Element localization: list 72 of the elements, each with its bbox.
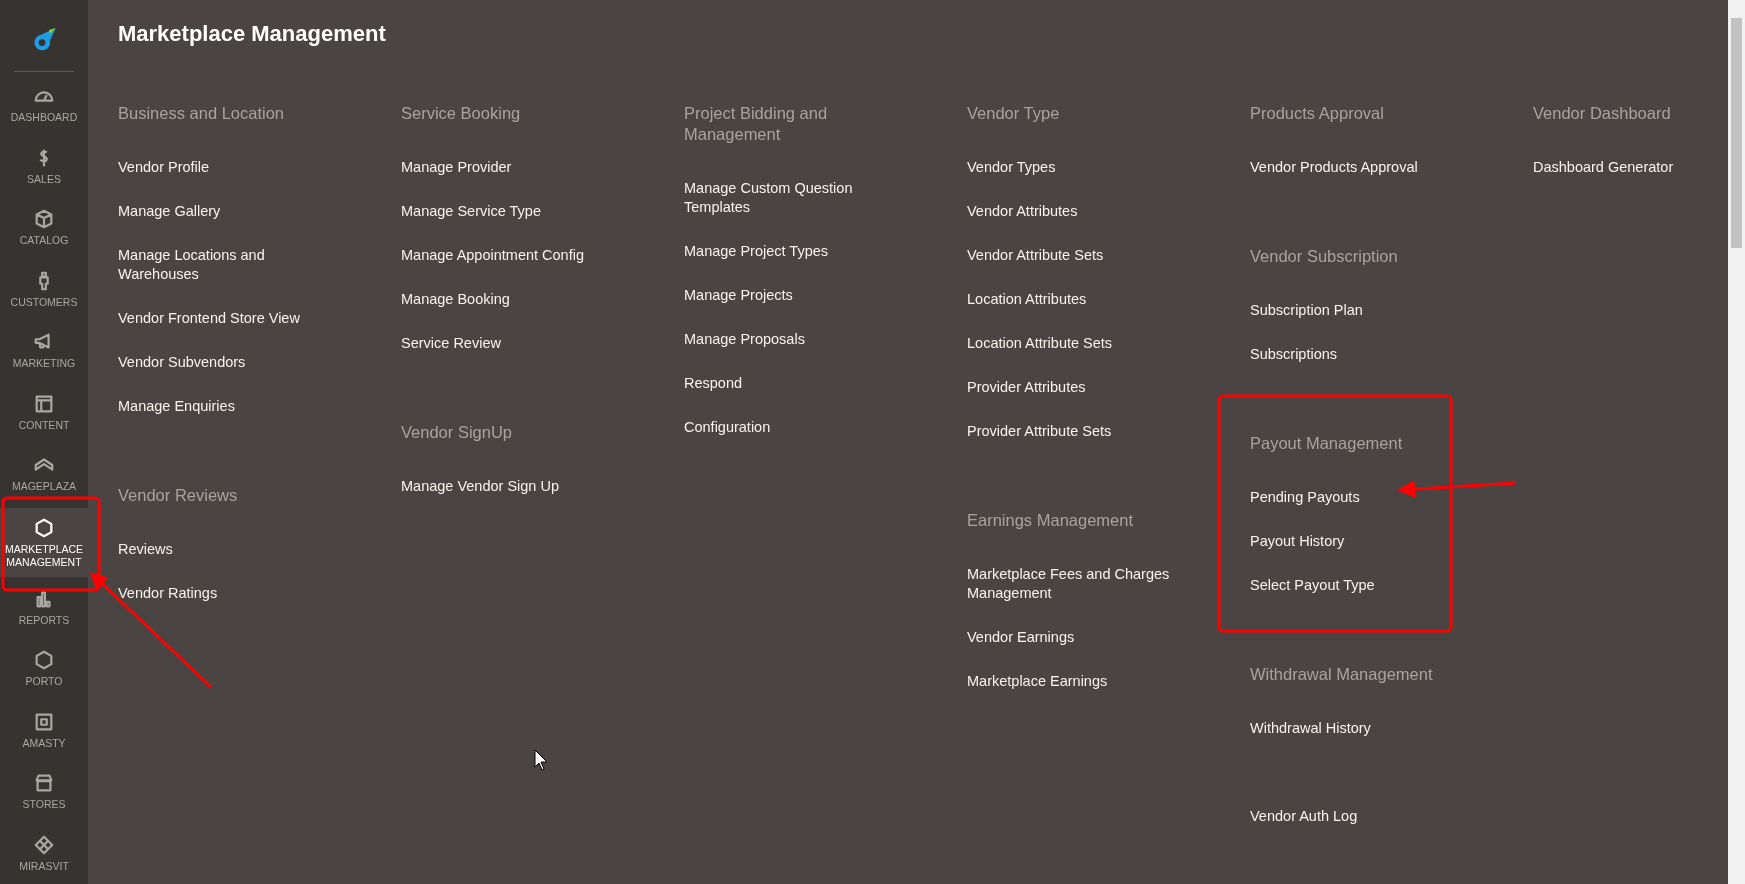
menu-link[interactable]: Pending Payouts	[1250, 488, 1360, 507]
menu-link[interactable]: Configuration	[684, 418, 771, 437]
menu-link[interactable]: Vendor Products Approval	[1250, 158, 1418, 177]
menu-link[interactable]: Payout History	[1250, 532, 1345, 551]
sidebar-menu-item[interactable]: SALES	[0, 135, 88, 198]
scrollbar-thumb[interactable]	[1731, 18, 1742, 248]
menu-link[interactable]: Manage Provider	[401, 158, 512, 177]
menu-link[interactable]: Marketplace Fees and Charges Management	[967, 565, 1182, 603]
menu-link[interactable]: Reviews	[118, 540, 173, 559]
menu-link[interactable]: Service Review	[401, 334, 501, 353]
menu-link[interactable]: Manage Custom Question Templates	[684, 179, 899, 217]
sidebar-menu-item[interactable]: CONTENT	[0, 381, 88, 443]
menu-link[interactable]: Manage Locations and Warehouses	[118, 246, 333, 284]
menu-link[interactable]: Manage Gallery	[118, 202, 221, 221]
menu-link[interactable]: Manage Project Types	[684, 242, 828, 261]
menu-link[interactable]: Vendor Profile	[118, 158, 210, 177]
sidebar-menu-item[interactable]: REPORTS	[0, 576, 88, 639]
menu-link[interactable]: Location Attributes	[967, 290, 1087, 309]
section-heading: Service Booking	[401, 103, 521, 124]
section-heading: Withdrawal Management	[1250, 664, 1433, 685]
menu-link[interactable]: Manage Vendor Sign Up	[401, 477, 559, 496]
section-heading: Earnings Management	[967, 510, 1133, 531]
menu-link[interactable]: Manage Service Type	[401, 202, 541, 221]
section-heading: Vendor Reviews	[118, 485, 238, 506]
menu-link[interactable]: Dashboard Generator	[1533, 158, 1674, 177]
section-heading: Vendor Subscription	[1250, 246, 1398, 267]
sidebar-menu-item[interactable]: STORES	[0, 761, 88, 823]
cursor-icon	[534, 749, 548, 771]
section-heading: Products Approval	[1250, 103, 1384, 124]
sidebar-menu-item[interactable]: DASHBOARD	[0, 74, 88, 136]
sidebar-menu-item[interactable]: MARKETPLACE MANAGEMENT	[0, 508, 88, 577]
menu-link[interactable]: Manage Proposals	[684, 330, 805, 349]
scrollbar[interactable]	[1728, 0, 1745, 884]
section-heading: Business and Location	[118, 103, 285, 124]
diamond-icon	[33, 833, 55, 856]
section-heading: Vendor SignUp	[401, 422, 512, 443]
menu-link[interactable]: Vendor Types	[967, 158, 1056, 177]
sidebar-menu-item[interactable]: PORTO	[0, 638, 88, 700]
menu-link[interactable]: Manage Enquiries	[118, 397, 235, 416]
sidebar-menu-item[interactable]: MIRASVIT	[0, 822, 88, 884]
menu-link[interactable]: Vendor Subvendors	[118, 353, 246, 372]
sidebar-menu-item[interactable]: AMASTY	[0, 699, 88, 762]
menu-link[interactable]: Respond	[684, 374, 743, 393]
menu-link[interactable]: Vendor Attribute Sets	[967, 246, 1104, 265]
menu-link[interactable]: Select Payout Type	[1250, 576, 1375, 595]
menu-link[interactable]: Vendor Earnings	[967, 628, 1075, 647]
menu-link[interactable]: Vendor Auth Log	[1250, 807, 1358, 826]
box-icon	[33, 208, 55, 231]
sidebar-menu-item[interactable]: CUSTOMERS	[0, 258, 88, 321]
menu-link[interactable]: Manage Booking	[401, 290, 510, 309]
menu-link[interactable]: Vendor Ratings	[118, 584, 218, 603]
menu-link[interactable]: Manage Projects	[684, 286, 793, 305]
section-heading: Vendor Type	[967, 103, 1060, 124]
section-heading: Project Bidding and Management	[684, 103, 829, 145]
menu-link[interactable]: Subscription Plan	[1250, 301, 1363, 320]
menu-link[interactable]: Vendor Attributes	[967, 202, 1078, 221]
menu-link[interactable]: Location Attribute Sets	[967, 334, 1113, 353]
hexagon-icon	[33, 516, 55, 539]
page-title: Marketplace Management	[118, 20, 387, 48]
section-heading: Payout Management	[1250, 433, 1403, 454]
menu-link[interactable]: Manage Appointment Config	[401, 246, 584, 265]
sidebar-menu-item[interactable]: MAGEPLAZA	[0, 442, 88, 505]
menu-link[interactable]: Vendor Frontend Store View	[118, 309, 300, 328]
hexagon-icon	[33, 649, 55, 672]
sidebar-menu-item[interactable]: MARKETING	[0, 320, 88, 382]
sidebar-menu-item[interactable]: CATALOG	[0, 197, 88, 259]
menu-link[interactable]: Withdrawal History	[1250, 719, 1371, 738]
section-heading: Vendor Dashboard	[1533, 103, 1671, 124]
menu-link[interactable]: Provider Attributes	[967, 378, 1086, 397]
menu-link[interactable]: Provider Attribute Sets	[967, 422, 1112, 441]
menu-link[interactable]: Marketplace Earnings	[967, 672, 1108, 691]
menu-link[interactable]: Subscriptions	[1250, 345, 1338, 364]
